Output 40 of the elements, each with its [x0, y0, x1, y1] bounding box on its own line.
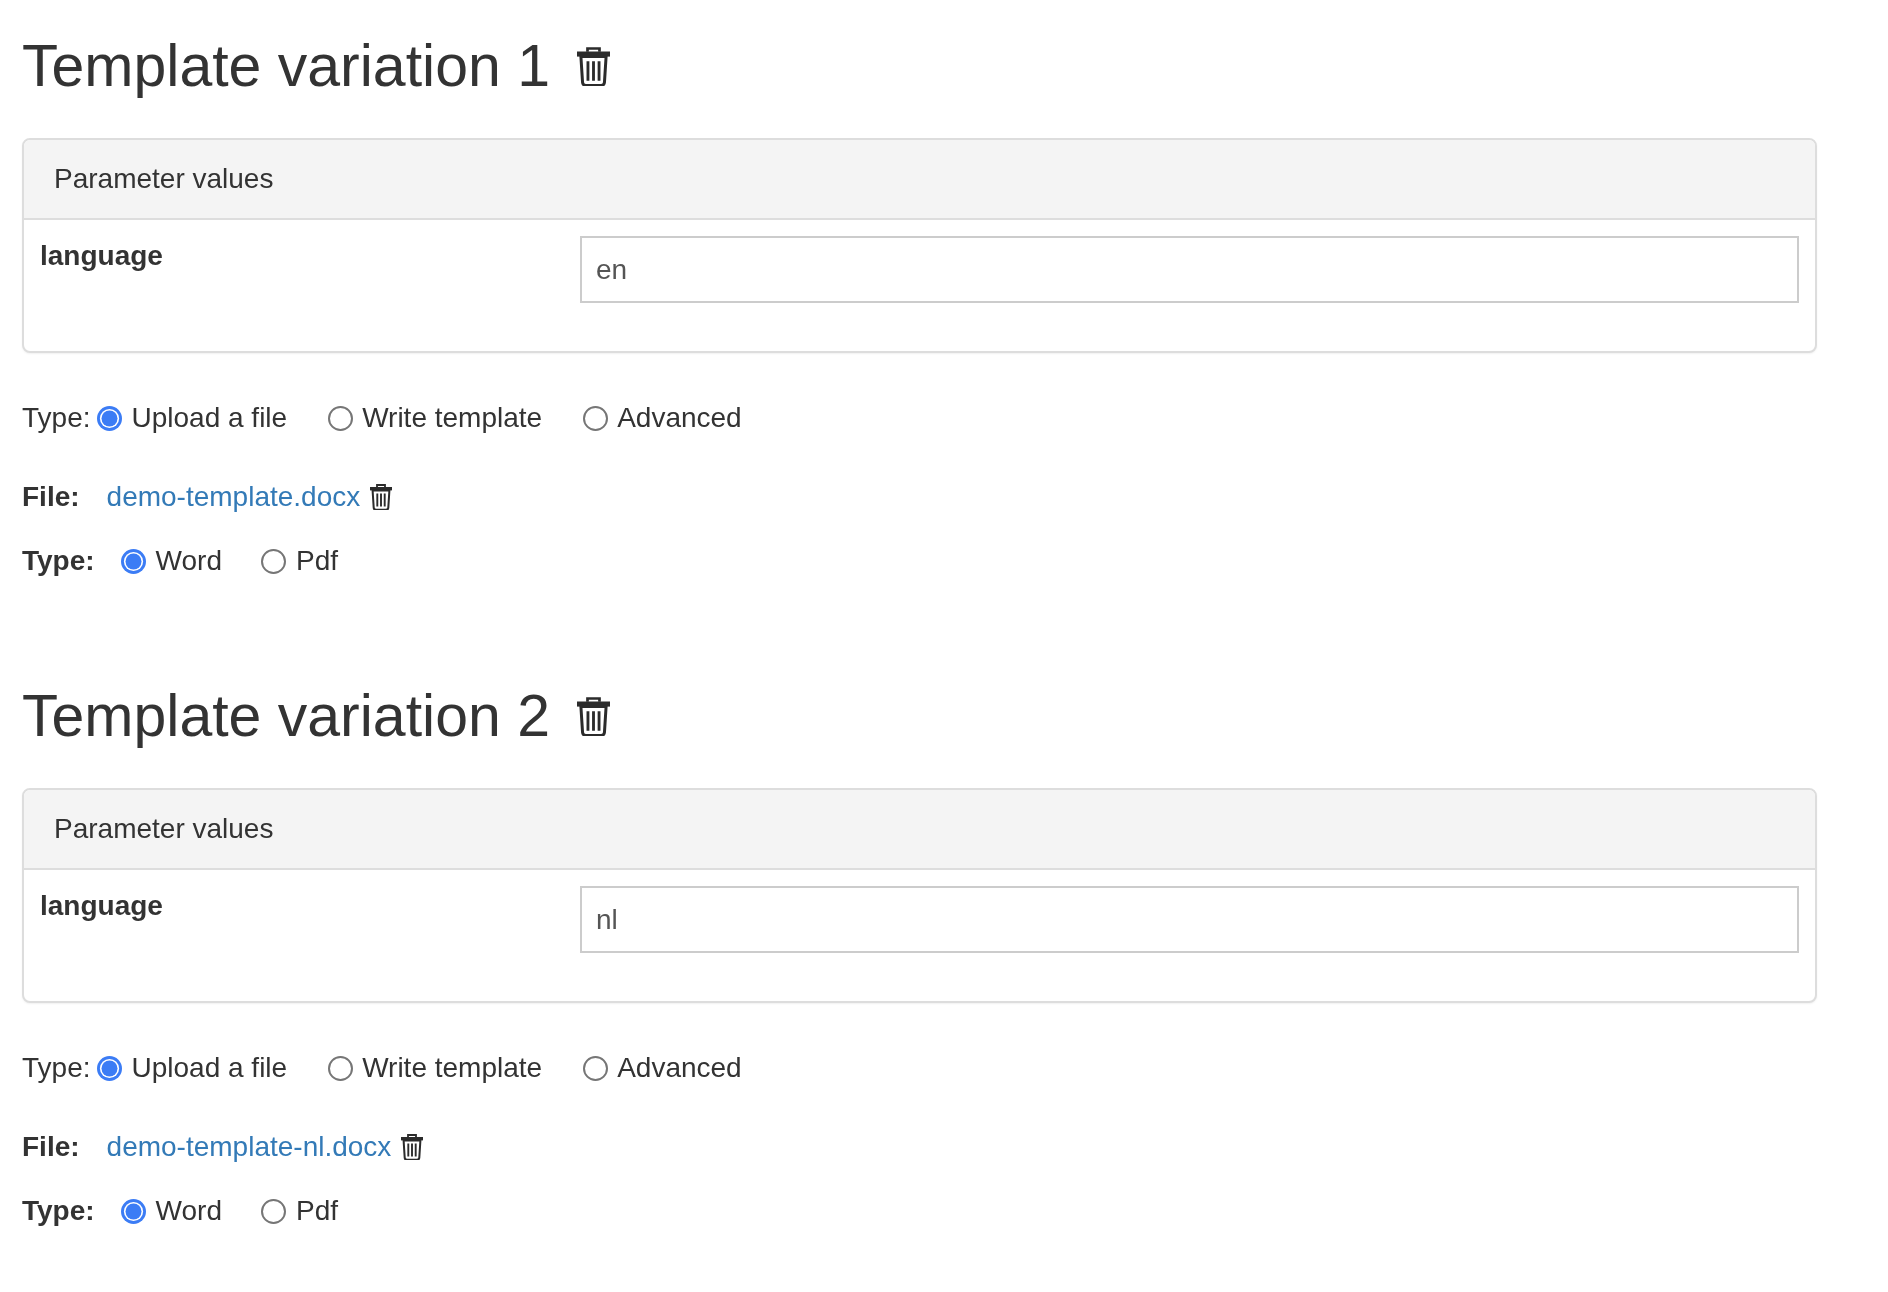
option-label[interactable]: Advanced	[617, 1047, 742, 1089]
text-input[interactable]: nl	[580, 886, 1799, 953]
type-label: Type:	[22, 1051, 91, 1085]
trash-icon[interactable]	[577, 696, 610, 736]
option-label[interactable]: Word	[155, 540, 222, 582]
type-label: Type:	[22, 544, 95, 578]
option-label[interactable]: Write template	[362, 1047, 543, 1089]
radio-button[interactable]	[120, 1198, 146, 1224]
radio-button[interactable]	[97, 405, 123, 431]
file-link[interactable]: demo-template-nl.docx	[106, 1126, 392, 1168]
section-heading: Template variation 2	[22, 686, 550, 746]
option-label[interactable]: Upload a file	[131, 1047, 288, 1089]
radio-button[interactable]	[583, 1055, 609, 1081]
radio-button[interactable]	[261, 1198, 286, 1224]
section-heading: Template variation 1	[22, 36, 550, 96]
file-label: File:	[22, 480, 80, 514]
option-label[interactable]: Pdf	[296, 1190, 339, 1232]
radio-button[interactable]	[583, 405, 609, 431]
trash-icon[interactable]	[370, 484, 393, 510]
file-link[interactable]: demo-template.docx	[106, 476, 361, 518]
radio-button[interactable]	[328, 405, 354, 431]
panel-title: Parameter values	[54, 812, 274, 846]
panel-title: Parameter values	[54, 162, 274, 196]
type-label: Type:	[22, 401, 91, 435]
option-label[interactable]: Advanced	[617, 397, 742, 439]
option-label[interactable]: Word	[155, 1190, 222, 1232]
radio-button[interactable]	[261, 548, 286, 574]
trash-icon[interactable]	[577, 46, 610, 86]
option-label[interactable]: Pdf	[296, 540, 339, 582]
text-input[interactable]: en	[580, 236, 1799, 303]
radio-button[interactable]	[120, 548, 146, 574]
option-label[interactable]: Upload a file	[131, 397, 288, 439]
type-label: Type:	[22, 1194, 95, 1228]
radio-button[interactable]	[97, 1055, 123, 1081]
radio-button[interactable]	[328, 1055, 354, 1081]
parameter-label: language	[40, 239, 164, 273]
option-label[interactable]: Write template	[362, 397, 543, 439]
file-label: File:	[22, 1130, 80, 1164]
trash-icon[interactable]	[401, 1134, 424, 1160]
parameter-label: language	[40, 889, 164, 923]
